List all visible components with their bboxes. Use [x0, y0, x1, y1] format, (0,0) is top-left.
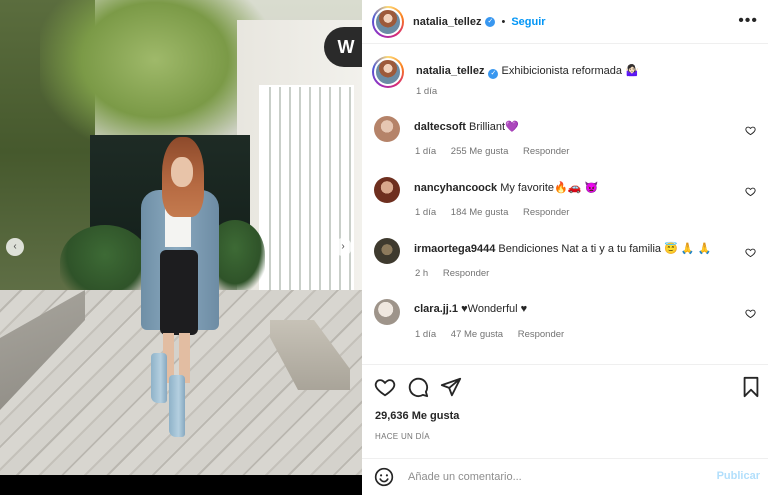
comments-list[interactable]: natalia_tellez ✓ Exhibicionista reformada… — [362, 44, 768, 364]
comment-likes[interactable]: 184 Me gusta — [451, 207, 509, 218]
comment-time: 1 día — [415, 329, 437, 340]
comment-meta: 2 h Responder — [415, 268, 501, 279]
follow-button[interactable]: Seguir — [511, 16, 545, 28]
commenter-avatar[interactable] — [374, 238, 400, 264]
comment-username[interactable]: daltecsoft — [414, 121, 466, 133]
commenter-avatar[interactable] — [374, 299, 400, 325]
likes-count[interactable]: 29,636 Me gusta — [375, 410, 459, 422]
paper-plane-icon[interactable] — [440, 376, 462, 398]
comment-text: Brilliant💜 — [469, 121, 519, 133]
comment-item: daltecsoft Brilliant💜 1 día 255 Me gusta… — [374, 116, 760, 171]
person-figure — [135, 135, 220, 445]
next-photo-button[interactable]: › — [334, 238, 352, 256]
caption-author-avatar[interactable] — [372, 56, 404, 88]
comment-like-heart-icon[interactable] — [745, 247, 756, 258]
caption-text: Exhibicionista reformada 🤷🏻‍♀️ — [501, 65, 639, 77]
comment-item: clara.jj.1 ♥Wonderful ♥ 1 día 47 Me gust… — [374, 299, 760, 354]
verified-badge-icon: ✓ — [488, 69, 499, 79]
verified-badge-icon: ✓ — [485, 16, 496, 27]
reply-button[interactable]: Responder — [443, 268, 489, 279]
comment-item: nancyhancoock My favorite🔥🚗 👿 1 día 184 … — [374, 177, 760, 232]
comment-time: 2 h — [415, 268, 429, 279]
comment-username[interactable]: irmaortega9444 — [414, 243, 495, 255]
publish-button[interactable]: Publicar — [717, 470, 760, 482]
watermark-logo: W — [324, 27, 362, 67]
comment-meta: 1 día 255 Me gusta Responder — [415, 146, 581, 157]
commenter-avatar[interactable] — [374, 116, 400, 142]
comment-likes[interactable]: 255 Me gusta — [451, 146, 509, 157]
comment-like-heart-icon[interactable] — [745, 125, 756, 136]
comment-composer: Publicar — [362, 458, 768, 495]
comment-item: irmaortega9444 Bendiciones Nat a ti y a … — [374, 238, 760, 293]
comment-text: My favorite🔥🚗 👿 — [500, 182, 599, 194]
comment-time: 1 día — [415, 146, 437, 157]
separator-dot: • — [501, 15, 506, 28]
author-avatar[interactable] — [372, 5, 404, 38]
bookmark-icon[interactable] — [740, 376, 762, 398]
caption-username[interactable]: natalia_tellez — [416, 65, 484, 77]
comment-icon[interactable] — [407, 376, 429, 398]
smiley-icon[interactable] — [374, 467, 394, 487]
instagram-post-modal: W ‹ › natalia_tellez ✓ • Seguir ••• nata… — [0, 0, 768, 495]
comment-text: ♥Wonderful ♥ — [461, 303, 528, 315]
post-photo: W — [0, 0, 362, 475]
caption: natalia_tellez ✓ Exhibicionista reformada… — [372, 56, 762, 88]
commenter-avatar[interactable] — [374, 177, 400, 203]
comment-username[interactable]: clara.jj.1 — [414, 303, 458, 315]
previous-photo-button[interactable]: ‹ — [6, 238, 24, 256]
comment-time: 1 día — [415, 207, 437, 218]
reply-button[interactable]: Responder — [523, 146, 569, 157]
comment-text: Bendiciones Nat a ti y a tu familia 😇 🙏 … — [498, 243, 712, 255]
comment-input[interactable] — [408, 471, 698, 483]
post-header: natalia_tellez ✓ • Seguir ••• — [362, 0, 768, 44]
reply-button[interactable]: Responder — [523, 207, 569, 218]
comment-username[interactable]: nancyhancoock — [414, 182, 497, 194]
post-actions: 29,636 Me gusta HACE UN DÍA — [362, 364, 768, 441]
comment-like-heart-icon[interactable] — [745, 308, 756, 319]
heart-icon[interactable] — [374, 376, 396, 398]
comment-meta: 1 día 47 Me gusta Responder — [415, 329, 576, 340]
comment-meta: 1 día 184 Me gusta Responder — [415, 207, 581, 218]
more-options-icon[interactable]: ••• — [738, 12, 758, 30]
author-username[interactable]: natalia_tellez — [413, 16, 481, 28]
caption-time: 1 día — [416, 86, 438, 97]
post-media: W ‹ › — [0, 0, 362, 495]
caption-meta: 1 día — [416, 86, 449, 97]
post-side-panel: natalia_tellez ✓ • Seguir ••• natalia_te… — [362, 0, 768, 495]
comment-like-heart-icon[interactable] — [745, 186, 756, 197]
reply-button[interactable]: Responder — [518, 329, 564, 340]
post-time: HACE UN DÍA — [375, 432, 430, 441]
comment-likes[interactable]: 47 Me gusta — [451, 329, 503, 340]
